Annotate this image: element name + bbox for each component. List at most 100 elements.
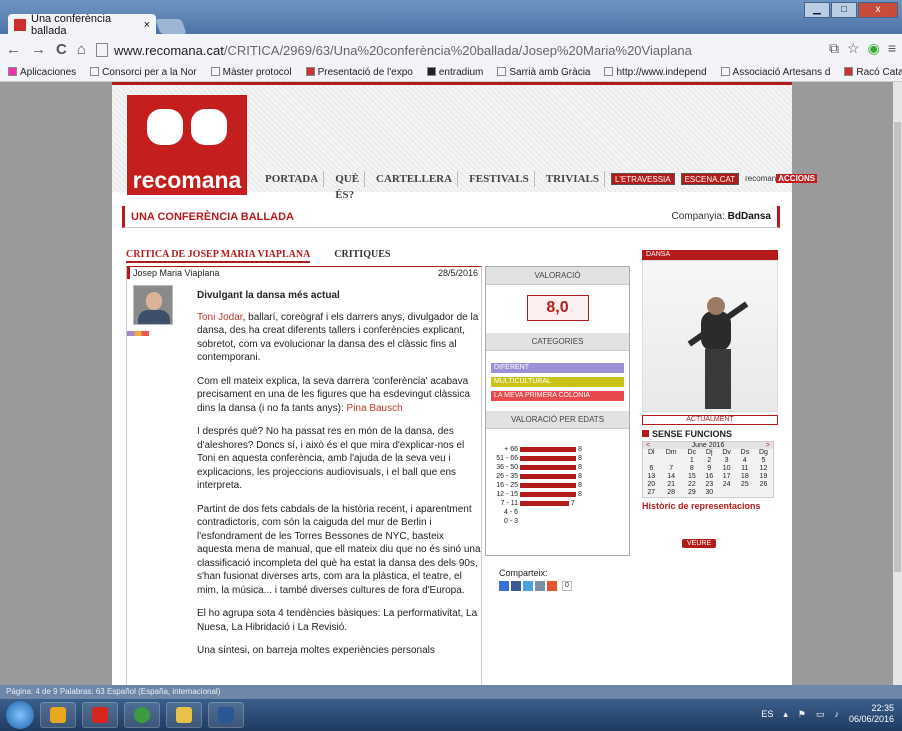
calendar-day[interactable]: 13 [643, 473, 660, 481]
home-button[interactable]: ⌂ [77, 41, 86, 58]
calendar-day[interactable]: 20 [643, 481, 660, 489]
taskbar-word[interactable] [208, 702, 244, 728]
clock[interactable]: 22:35 06/06/2016 [849, 703, 894, 725]
site-container: recomana PORTADA QUÈ ÉS? CARTELLERA FEST… [112, 82, 818, 685]
calendar-day [718, 489, 736, 497]
calendar-day[interactable]: 30 [701, 489, 718, 497]
menu-icon[interactable]: ≡ [888, 40, 896, 57]
calendar-day[interactable]: 23 [701, 481, 718, 489]
calendar-day[interactable]: 3 [718, 457, 736, 465]
bookmark-item[interactable]: Associació Artesans d [720, 67, 830, 78]
forward-button[interactable]: → [31, 41, 46, 58]
site-logo[interactable]: recomana [127, 95, 247, 195]
bookmark-page-icon [497, 67, 507, 76]
close-window-button[interactable]: x [858, 2, 898, 18]
category-tag[interactable]: MULTICULTURAL [491, 377, 624, 387]
taskbar-chrome[interactable] [124, 702, 160, 728]
calendar-next[interactable]: > [766, 442, 770, 449]
calendar-prev[interactable]: < [646, 442, 650, 449]
nav-trivials[interactable]: TRIVIALS [541, 171, 605, 187]
calendar-day[interactable]: 5 [754, 457, 773, 465]
calendar-day[interactable]: 29 [683, 489, 701, 497]
reload-button[interactable]: C [56, 41, 67, 58]
scrollbar-thumb[interactable] [894, 122, 901, 572]
calendar-day[interactable]: 15 [683, 473, 701, 481]
calendar-day[interactable]: 6 [643, 465, 660, 473]
calendar-day[interactable]: 1 [683, 457, 701, 465]
calendar-day[interactable]: 24 [718, 481, 736, 489]
share-plus-icon[interactable] [547, 581, 557, 591]
bookmark-item[interactable]: Consorci per a la Nor [90, 67, 197, 78]
volume-icon[interactable]: ♪ [834, 709, 839, 719]
bookmark-item[interactable]: Sarrià amb Gràcia [497, 67, 590, 78]
calendar-day[interactable]: 26 [754, 481, 773, 489]
maximize-button[interactable]: □ [831, 2, 857, 18]
calendar-day[interactable]: 18 [736, 473, 754, 481]
calendar-day[interactable]: 7 [660, 465, 683, 473]
calendar-day[interactable]: 8 [683, 465, 701, 473]
bookmark-item[interactable]: Màster protocol [210, 67, 292, 78]
nav-cartellera[interactable]: CARTELLERA [371, 171, 459, 187]
category-tag[interactable]: LA MEVA PRIMERA COLÒNIA [491, 391, 624, 401]
nav-festivals[interactable]: FESTIVALS [464, 171, 535, 187]
calendar-day[interactable]: 2 [701, 457, 718, 465]
minimize-button[interactable]: ▁ [804, 2, 830, 18]
start-button[interactable] [6, 701, 34, 729]
taskbar-explorer[interactable] [166, 702, 202, 728]
bookmark-item[interactable]: entradium [426, 67, 483, 78]
nav-travessia[interactable]: L'ETRAVESSIA [610, 173, 675, 185]
calendar-day[interactable]: 19 [754, 473, 773, 481]
calendar-day[interactable]: 11 [736, 465, 754, 473]
category-tag[interactable]: DIFERENT [491, 363, 624, 373]
calendar-day[interactable]: 17 [718, 473, 736, 481]
tab-critiques[interactable]: CRITIQUES [334, 249, 390, 263]
network-icon[interactable]: ▭ [816, 709, 825, 720]
language-indicator[interactable]: ES [761, 709, 773, 719]
link-toni-jodar[interactable]: Toni Jodar [197, 312, 243, 323]
calendar-day[interactable]: 4 [736, 457, 754, 465]
calendar-day[interactable]: 25 [736, 481, 754, 489]
taskbar-acrobat[interactable] [82, 702, 118, 728]
nav-portada[interactable]: PORTADA [260, 171, 325, 187]
veure-button[interactable]: VEURE [682, 539, 717, 548]
calendar-day[interactable]: 28 [660, 489, 683, 497]
calendar-day[interactable]: 10 [718, 465, 736, 473]
show-photo[interactable] [642, 260, 778, 412]
calendar-day[interactable]: 22 [683, 481, 701, 489]
author-name[interactable]: Josep Maria Viaplana [133, 268, 219, 278]
address-bar[interactable]: www.recomana.cat/CRITICA/2969/63/Una%20c… [96, 39, 816, 61]
calendar-day[interactable]: 12 [754, 465, 773, 473]
history-link[interactable]: Històric de representacions [642, 501, 778, 511]
share-email-icon[interactable] [535, 581, 545, 591]
extension-icon[interactable]: ◉ [868, 40, 880, 57]
link-pina-bausch[interactable]: Pina Bausch [347, 403, 403, 414]
bookmark-item[interactable]: http://www.independ [604, 67, 707, 78]
bookmark-star-icon[interactable]: ☆ [847, 40, 860, 57]
page-scrollbar[interactable] [893, 82, 902, 685]
calendar-day[interactable]: 9 [701, 465, 718, 473]
bookmark-item[interactable]: Racó Català. El punt d [844, 67, 902, 78]
calendar-day[interactable]: 27 [643, 489, 660, 497]
translate-icon[interactable]: ⧉ [829, 40, 839, 57]
share-google-icon[interactable] [499, 581, 509, 591]
share-twitter-icon[interactable] [523, 581, 533, 591]
bookmark-item[interactable]: Aplicaciones [8, 67, 76, 78]
nav-escena[interactable]: ESCENA.CAT [680, 173, 740, 185]
author-avatar[interactable] [133, 285, 173, 325]
nav-recoman-accions[interactable]: recoman ACCIONS [745, 171, 818, 187]
share-facebook-icon[interactable] [511, 581, 521, 591]
tab-close-icon[interactable]: × [144, 19, 150, 31]
calendar-day[interactable]: 14 [660, 473, 683, 481]
browser-tab[interactable]: Una conferència ballada × [8, 13, 156, 37]
flag-icon[interactable]: ⚑ [798, 709, 806, 720]
new-tab-button[interactable] [155, 19, 187, 34]
bookmark-item[interactable]: Presentació de l'expo [305, 67, 413, 78]
calendar-day[interactable]: 21 [660, 481, 683, 489]
back-button[interactable]: ← [6, 41, 21, 58]
calendar-day[interactable]: 16 [701, 473, 718, 481]
tray-arrow-icon[interactable]: ▴ [783, 709, 788, 720]
nav-que-es[interactable]: QUÈ ÉS? [330, 171, 366, 201]
tab-critica[interactable]: CRITICA DE JOSEP MARIA VIAPLANA [126, 249, 311, 263]
company-name[interactable]: BdDansa [728, 211, 771, 222]
taskbar-outlook[interactable] [40, 702, 76, 728]
